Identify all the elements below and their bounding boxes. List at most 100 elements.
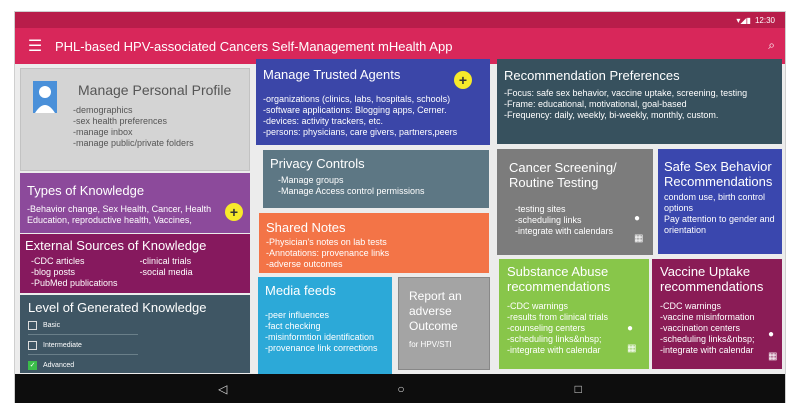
list-item: -integrate with calendar bbox=[507, 345, 601, 355]
app-title: PHL-based HPV-associated Cancers Self-Ma… bbox=[55, 38, 453, 54]
list-item: -vaccine misinformation bbox=[660, 312, 755, 322]
list-item: -scheduling links bbox=[515, 215, 582, 225]
tile-cancer-screening[interactable]: Cancer Screening/ Routine Testing -testi… bbox=[497, 149, 653, 255]
checkbox-basic[interactable]: Basic bbox=[28, 321, 138, 335]
list-item: -Physician's notes on lab tests bbox=[266, 237, 387, 247]
tile-safe-sex-recommendations[interactable]: Safe Sex Behavior Recommendations condom… bbox=[658, 149, 782, 254]
location-pin-icon[interactable]: ● bbox=[627, 323, 633, 334]
list-item: -Annotations: provenance links bbox=[266, 248, 390, 258]
calendar-icon[interactable]: ▦ bbox=[768, 351, 777, 362]
list-item: -Focus: safe sex behavior, vaccine uptak… bbox=[504, 88, 748, 98]
list-item: -persons: physicians, care givers, partn… bbox=[263, 127, 458, 137]
avatar-icon bbox=[33, 81, 57, 113]
navigation-bar: ◁ ○ □ bbox=[15, 374, 785, 403]
calendar-icon[interactable]: ▦ bbox=[627, 343, 636, 354]
tile-title: Substance Abuse recommendations bbox=[507, 264, 611, 294]
checkbox-intermediate[interactable]: Intermediate bbox=[28, 341, 138, 355]
home-icon[interactable]: ○ bbox=[397, 382, 404, 396]
list-item: -demographics bbox=[73, 105, 133, 115]
tile-trusted-agents[interactable]: Manage Trusted Agents + -organizations (… bbox=[256, 59, 490, 145]
list-item: Education, reproductive health, Vaccines… bbox=[27, 215, 192, 225]
list-item: -vaccination centers bbox=[660, 323, 741, 333]
signal-icons: ▾◢▮ bbox=[736, 15, 751, 25]
checkbox-advanced[interactable]: ✓ Advanced bbox=[28, 361, 138, 373]
list-item: -integrate with calendar bbox=[660, 345, 754, 355]
tile-privacy-controls[interactable]: Privacy Controls -Manage groups -Manage … bbox=[263, 150, 489, 208]
list-item: -Behavior change, Sex Health, Cancer, He… bbox=[27, 204, 212, 214]
tile-manage-profile[interactable]: Manage Personal Profile -demographics -s… bbox=[20, 68, 250, 171]
tile-vaccine-uptake[interactable]: Vaccine Uptake recommendations -CDC warn… bbox=[652, 259, 782, 369]
checkbox-box[interactable] bbox=[28, 341, 37, 350]
calendar-icon[interactable]: ▦ bbox=[634, 233, 643, 244]
tile-title: Level of Generated Knowledge bbox=[28, 300, 207, 315]
recent-apps-icon[interactable]: □ bbox=[575, 382, 582, 396]
list-item: Pay attention to gender and orientation bbox=[664, 214, 775, 235]
tile-title: Shared Notes bbox=[266, 220, 346, 235]
list-item: -devices: activity trackers, etc. bbox=[263, 116, 384, 126]
checkbox-label: Intermediate bbox=[43, 342, 82, 349]
tile-title: Media feeds bbox=[265, 283, 336, 298]
tile-subtitle: for HPV/STI bbox=[409, 340, 452, 349]
tile-types-of-knowledge[interactable]: Types of Knowledge + -Behavior change, S… bbox=[20, 173, 250, 233]
list-item: -scheduling links&nbsp; bbox=[507, 334, 602, 344]
list-item: -CDC articles bbox=[31, 256, 85, 266]
list-item: -CDC warnings bbox=[660, 301, 722, 311]
tile-recommendation-preferences[interactable]: Recommendation Preferences -Focus: safe … bbox=[497, 59, 782, 144]
add-agent-button[interactable]: + bbox=[454, 71, 472, 89]
tile-generated-knowledge: Level of Generated Knowledge Basic Inter… bbox=[20, 295, 250, 373]
list-item: -Manage groups bbox=[278, 175, 344, 185]
status-time: 12:30 bbox=[754, 15, 775, 25]
search-icon[interactable]: ⌕ bbox=[768, 38, 775, 53]
list-item: -provenance link corrections bbox=[265, 343, 378, 353]
tile-shared-notes[interactable]: Shared Notes -Physician's notes on lab t… bbox=[259, 213, 489, 273]
location-pin-icon[interactable]: ● bbox=[634, 213, 640, 224]
list-item: -peer influences bbox=[265, 310, 330, 320]
list-item: -CDC warnings bbox=[507, 301, 569, 311]
list-item: -PubMed publications bbox=[31, 278, 118, 288]
list-item: -fact checking bbox=[265, 321, 321, 331]
list-item: -integrate with calendars bbox=[515, 226, 614, 236]
tile-title: Vaccine Uptake recommendations bbox=[660, 264, 764, 294]
list-item: -software applications: Blogging apps, C… bbox=[263, 105, 447, 115]
report-adverse-outcome-button[interactable]: Report an adverse Outcome for HPV/STI bbox=[398, 277, 490, 370]
checkbox-label: Advanced bbox=[43, 362, 75, 369]
add-knowledge-button[interactable]: + bbox=[225, 203, 243, 221]
list-item: -results from clinical trials bbox=[507, 312, 609, 322]
location-pin-icon[interactable]: ● bbox=[768, 329, 774, 340]
list-item: -testing sites bbox=[515, 204, 566, 214]
list-item: -blog posts bbox=[31, 267, 76, 277]
list-item: -Frame: educational, motivational, goal-… bbox=[504, 99, 687, 109]
list-item: -clinical trials bbox=[139, 256, 192, 266]
tile-title: Cancer Screening/ Routine Testing bbox=[509, 160, 617, 190]
tile-substance-abuse[interactable]: Substance Abuse recommendations -CDC war… bbox=[499, 259, 649, 369]
tile-media-feeds[interactable]: Media feeds -peer influences -fact check… bbox=[258, 277, 392, 374]
checkbox-checked-icon[interactable]: ✓ bbox=[28, 361, 37, 370]
device-screen: ▾◢▮ 12:30 ☰ PHL-based HPV-associated Can… bbox=[14, 11, 786, 403]
tile-title: Safe Sex Behavior Recommendations bbox=[664, 159, 773, 189]
tile-title: Manage Trusted Agents bbox=[263, 67, 401, 82]
list-item: -social media bbox=[139, 267, 193, 277]
tile-title: Report an adverse Outcome bbox=[409, 289, 462, 333]
tile-title: Manage Personal Profile bbox=[78, 82, 232, 98]
back-icon[interactable]: ◁ bbox=[218, 382, 227, 396]
tile-title: Types of Knowledge bbox=[27, 183, 145, 198]
status-bar: ▾◢▮ 12:30 bbox=[15, 12, 785, 28]
tile-title: Privacy Controls bbox=[270, 156, 365, 171]
list-item: -organizations (clinics, labs, hospitals… bbox=[263, 94, 451, 104]
checkbox-label: Basic bbox=[43, 322, 61, 329]
list-item: -manage inbox bbox=[73, 127, 133, 137]
tile-title: Recommendation Preferences bbox=[504, 68, 680, 83]
list-item: -sex health preferences bbox=[73, 116, 168, 126]
checkbox-box[interactable] bbox=[28, 321, 37, 330]
list-item: -Manage Access control permissions bbox=[278, 186, 425, 196]
list-item: -Frequency: daily, weekly, bi-weekly, mo… bbox=[504, 110, 719, 120]
list-item: -misinformtion identification bbox=[265, 332, 375, 342]
tile-external-sources[interactable]: External Sources of Knowledge -CDC artic… bbox=[20, 234, 250, 293]
list-item: -scheduling links&nbsp; bbox=[660, 334, 755, 344]
list-item: condom use, birth control options bbox=[664, 192, 766, 213]
list-item: -counseling centers bbox=[507, 323, 586, 333]
list-item: -manage public/private folders bbox=[73, 138, 194, 148]
hamburger-menu-icon[interactable]: ☰ bbox=[15, 28, 55, 64]
tile-title: External Sources of Knowledge bbox=[25, 238, 207, 253]
list-item: -adverse outcomes bbox=[266, 259, 343, 269]
